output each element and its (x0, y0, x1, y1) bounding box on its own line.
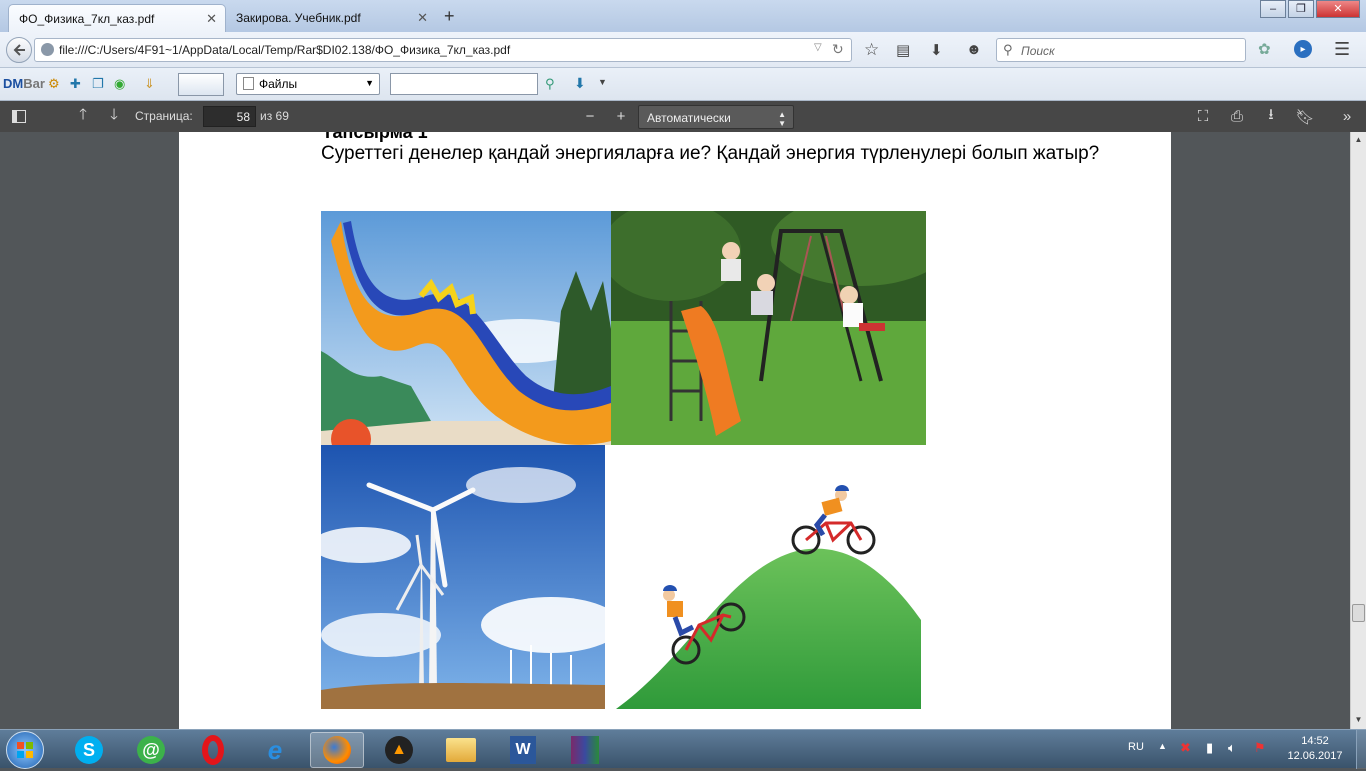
dm-hand-button[interactable] (178, 73, 224, 96)
dm-globe-icon[interactable]: ◉ (114, 76, 125, 92)
tools-menu-icon[interactable]: » (1332, 101, 1362, 132)
sync-icon[interactable]: ▸ (1294, 40, 1312, 58)
search-icon: ⚲ (1003, 42, 1013, 57)
language-indicator[interactable]: RU (1128, 741, 1144, 753)
tray-expand-icon[interactable]: ▲ (1158, 741, 1167, 751)
url-text: file:///C:/Users/4F91~1/AppData/Local/Te… (59, 43, 511, 57)
aimp-icon[interactable]: ▲ (372, 732, 426, 768)
zoom-select-value: Автоматически (647, 111, 731, 125)
winrar-icon[interactable] (558, 732, 612, 768)
zoom-out-button[interactable]: − (575, 101, 605, 132)
show-desktop-button[interactable] (1356, 730, 1366, 769)
clock-time: 14:52 (1301, 735, 1329, 747)
close-window-button[interactable]: ✕ (1316, 0, 1360, 18)
firefox-icon[interactable] (310, 732, 364, 768)
internet-explorer-icon[interactable]: e (248, 732, 302, 768)
zoom-in-button[interactable]: + (606, 101, 636, 132)
chevron-down-icon[interactable]: ▼ (598, 77, 607, 87)
bookmark-star-icon[interactable]: ☆ (864, 40, 879, 60)
cyclists-hill-image (611, 445, 923, 709)
pdf-toolbar: 🡑 🡓 Страница: 58 из 69 − + Автоматически… (0, 101, 1366, 132)
minimize-button[interactable]: – (1260, 0, 1286, 18)
dm-copy-icon[interactable]: ❐ (92, 76, 104, 92)
zoom-select[interactable]: Автоматически ▲ ▼ (638, 105, 794, 129)
clock[interactable]: 14:52 12.06.2017 (1280, 734, 1350, 764)
dm-arrow-down-icon[interactable]: ⬇ (574, 75, 586, 92)
opera-icon[interactable] (186, 732, 240, 768)
addon-icon[interactable]: ✿ (1258, 40, 1271, 58)
scroll-thumb[interactable] (1352, 604, 1365, 622)
start-button[interactable] (6, 731, 44, 769)
pdf-viewer[interactable]: Тапсырма 1 Суреттегі денелер қандай энер… (0, 132, 1350, 729)
task-text: Суреттегі денелер қандай энергияларға ие… (321, 143, 1100, 164)
updown-arrows-icon: ▲ ▼ (778, 110, 786, 128)
battery-icon[interactable]: ▮ (1206, 740, 1213, 756)
maximize-button[interactable]: ❐ (1288, 0, 1314, 18)
wind-turbines-image (321, 445, 605, 709)
next-page-icon[interactable]: 🡓 (99, 101, 129, 132)
pdf-page: Тапсырма 1 Суреттегі денелер қандай энер… (179, 132, 1171, 729)
globe-icon (41, 43, 54, 56)
menu-icon[interactable]: ☰ (1334, 39, 1350, 60)
new-tab-button[interactable]: + (444, 6, 455, 27)
word-icon[interactable]: W (496, 732, 550, 768)
files-select-value: Файлы (259, 77, 298, 91)
dmbar-toolbar: DMBar ⚙ ✚ ❐ ◉ ⇓ Файлы ▼ ⚲ ⬇ ▼ (0, 68, 1366, 101)
close-tab-icon[interactable]: ✕ (417, 10, 428, 26)
bookmark-icon[interactable]: 🔖︎ (1290, 101, 1320, 132)
page-number-input[interactable]: 58 (203, 106, 256, 127)
fullscreen-icon[interactable]: ⛶ (1188, 101, 1218, 132)
inflatable-slide-image (321, 211, 611, 445)
search-placeholder: Поиск (1021, 44, 1055, 58)
reload-icon[interactable]: ↻ (832, 41, 844, 58)
back-arrow-icon[interactable] (6, 37, 32, 63)
download-icon[interactable]: ⬇ (930, 41, 943, 59)
chevron-down-icon: ▼ (365, 78, 374, 88)
scroll-up-arrow-icon[interactable]: ▲ (1351, 132, 1366, 148)
playground-swing-image (611, 211, 926, 445)
dm-download-icon[interactable]: ⇓ (144, 76, 155, 92)
sidebar-toggle-icon[interactable] (4, 101, 34, 132)
dm-tool-icon[interactable]: ⚙ (48, 76, 60, 92)
file-explorer-icon[interactable] (434, 732, 488, 768)
files-select[interactable]: Файлы ▼ (236, 73, 380, 95)
vertical-scrollbar[interactable]: ▲ ▼ (1350, 132, 1366, 729)
save-icon[interactable]: ⭳ (1256, 101, 1286, 132)
page-label: Страница: (135, 109, 193, 123)
reading-list-icon[interactable]: ▤ (896, 41, 910, 59)
volume-icon[interactable]: 🔈︎ (1228, 740, 1236, 756)
chat-icon[interactable]: ☻ (966, 41, 982, 58)
action-center-icon[interactable]: ⚑ (1254, 740, 1266, 756)
search-input[interactable]: ⚲ Поиск (996, 38, 1246, 62)
print-icon[interactable]: ⎙ (1222, 101, 1252, 132)
tab-fizika-pdf[interactable]: ФО_Физика_7кл_каз.pdf ✕ (8, 4, 226, 32)
clock-date: 12.06.2017 (1287, 750, 1343, 762)
dm-add-icon[interactable]: ✚ (70, 76, 81, 92)
navigation-bar: file:///C:/Users/4F91~1/AppData/Local/Te… (0, 32, 1366, 68)
url-field[interactable]: file:///C:/Users/4F91~1/AppData/Local/Te… (34, 38, 852, 62)
file-icon (243, 77, 254, 90)
network-icon[interactable]: ✖ (1180, 740, 1191, 756)
browser-tab-bar: ФО_Физика_7кл_каз.pdf ✕ Закирова. Учебни… (0, 0, 1366, 32)
previous-page-icon[interactable]: 🡑 (68, 101, 98, 132)
windows-taskbar: S @ e ▲ W RU ▲ ✖ ▮ 🔈︎ ⚑ 14:52 12.06.2017 (0, 729, 1366, 769)
dm-search-icon[interactable]: ⚲ (545, 76, 555, 92)
dmbar-logo: DMBar (3, 76, 45, 91)
dm-search-input[interactable] (390, 73, 538, 95)
skype-icon[interactable]: S (62, 732, 116, 768)
close-tab-icon[interactable]: ✕ (206, 11, 217, 27)
mail-agent-icon[interactable]: @ (124, 732, 178, 768)
tab-label: Закирова. Учебник.pdf (236, 11, 361, 25)
page-count: из 69 (260, 109, 289, 123)
tab-zakirova-pdf[interactable]: Закирова. Учебник.pdf ✕ (226, 4, 436, 32)
scroll-down-arrow-icon[interactable]: ▼ (1351, 712, 1366, 728)
tab-label: ФО_Физика_7кл_каз.pdf (19, 12, 155, 26)
dropdown-arrow-icon[interactable]: ▽ (814, 42, 822, 53)
